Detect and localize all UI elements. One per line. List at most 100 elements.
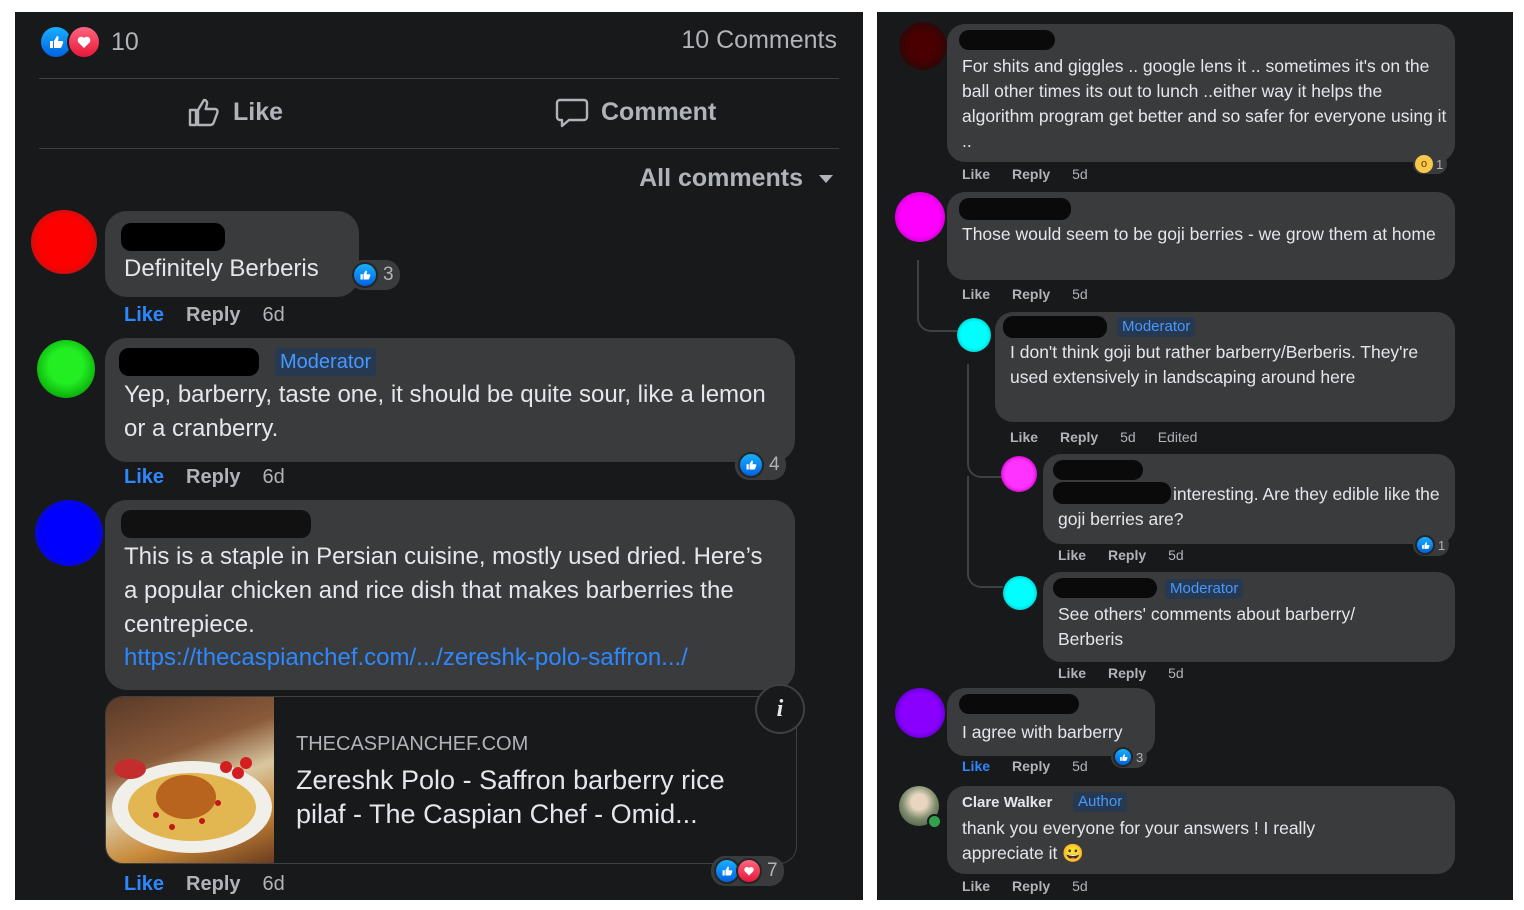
redacted-author-name bbox=[1003, 316, 1107, 338]
comment-bubble: For shits and giggles .. google lens it … bbox=[947, 24, 1455, 162]
edited-label[interactable]: Edited bbox=[1158, 429, 1198, 445]
avatar[interactable] bbox=[35, 500, 103, 566]
comment-actions: Like Reply 6d bbox=[124, 304, 307, 327]
avatar[interactable] bbox=[1001, 456, 1037, 492]
sort-label: All comments bbox=[639, 164, 803, 192]
avatar[interactable] bbox=[899, 22, 947, 70]
timestamp[interactable]: 5d bbox=[1072, 878, 1088, 894]
reaction-count-badge[interactable]: 7 bbox=[711, 856, 784, 886]
timestamp[interactable]: 5d bbox=[1168, 665, 1184, 681]
comment-actions: Like Reply 5d bbox=[1058, 665, 1206, 681]
redacted-author-name bbox=[959, 694, 1079, 714]
avatar[interactable] bbox=[895, 192, 945, 242]
reply-link[interactable]: Reply bbox=[1108, 547, 1146, 563]
info-icon[interactable]: i bbox=[755, 684, 805, 734]
like-link[interactable]: Like bbox=[962, 166, 990, 182]
redacted-author-name bbox=[121, 223, 225, 251]
preview-title: Zereshk Polo - Saffron barberry rice pil… bbox=[296, 765, 725, 829]
like-link[interactable]: Like bbox=[124, 873, 164, 895]
reply-link[interactable]: Reply bbox=[1012, 878, 1050, 894]
reply-link[interactable]: Reply bbox=[186, 466, 240, 488]
preview-thumbnail bbox=[106, 697, 274, 863]
like-link[interactable]: Like bbox=[1058, 665, 1086, 681]
avatar[interactable] bbox=[957, 318, 991, 352]
comment-text: thank you everyone for your answers ! I … bbox=[962, 818, 1316, 863]
like-reaction-icon bbox=[738, 452, 764, 478]
speech-bubble-icon bbox=[555, 98, 589, 128]
reaction-count-badge[interactable]: o 1 bbox=[1413, 154, 1448, 174]
timestamp[interactable]: 6d bbox=[263, 873, 285, 895]
info-icon-glyph: i bbox=[776, 695, 784, 722]
moderator-badge: Moderator bbox=[1165, 579, 1244, 599]
reaction-count-badge[interactable]: 1 bbox=[1413, 534, 1450, 556]
timestamp[interactable]: 6d bbox=[263, 466, 285, 488]
dropdown-caret-icon bbox=[819, 174, 833, 183]
reaction-count: 1 bbox=[1438, 537, 1446, 553]
reaction-count: 4 bbox=[769, 454, 780, 475]
like-link[interactable]: Like bbox=[124, 466, 164, 488]
reply-link[interactable]: Reply bbox=[1060, 429, 1098, 445]
comment-text: I don't think goji but rather barberry/B… bbox=[1010, 342, 1419, 387]
comment-actions: Like Reply 6d bbox=[124, 466, 307, 489]
comment-text: Definitely Berberis bbox=[124, 255, 319, 282]
reply-link[interactable]: Reply bbox=[1108, 665, 1146, 681]
comment-actions: Like Reply 6d bbox=[124, 873, 307, 896]
comment-actions: Like Reply 5d bbox=[962, 758, 1110, 774]
reaction-summary[interactable]: 10 bbox=[39, 25, 139, 59]
comment-text: interesting. Are they edible like the go… bbox=[1058, 484, 1440, 529]
redacted-author-name bbox=[959, 198, 1071, 220]
comment-text: I agree with barberry bbox=[962, 722, 1123, 742]
timestamp[interactable]: 5d bbox=[1072, 286, 1088, 302]
timestamp[interactable]: 5d bbox=[1120, 429, 1136, 445]
avatar[interactable] bbox=[31, 210, 97, 274]
like-link[interactable]: Like bbox=[962, 286, 990, 302]
avatar[interactable] bbox=[1003, 576, 1037, 610]
like-link[interactable]: Like bbox=[1058, 547, 1086, 563]
like-action-button[interactable]: Like bbox=[187, 96, 283, 128]
wow-reaction-icon: o bbox=[1415, 155, 1433, 173]
reply-link[interactable]: Reply bbox=[1012, 758, 1050, 774]
reply-link[interactable]: Reply bbox=[1012, 166, 1050, 182]
comment-text: Yep, barberry, taste one, it should be q… bbox=[124, 381, 766, 442]
reaction-count-badge[interactable]: 3 bbox=[1111, 746, 1148, 768]
left-screenshot-panel: 10 10 Comments Like Comment All comments… bbox=[15, 12, 863, 900]
love-reaction-icon bbox=[67, 25, 101, 59]
reply-link[interactable]: Reply bbox=[1012, 286, 1050, 302]
comment-link[interactable]: https://thecaspianchef.com/.../zereshk-p… bbox=[124, 644, 688, 672]
reaction-count: 1 bbox=[1436, 156, 1444, 172]
reaction-count: 10 bbox=[111, 27, 139, 56]
comments-count[interactable]: 10 Comments bbox=[681, 26, 837, 55]
divider bbox=[39, 148, 839, 149]
comment-sort-dropdown[interactable]: All comments bbox=[639, 164, 835, 193]
reply-link[interactable]: Reply bbox=[186, 873, 240, 895]
link-preview-card[interactable]: THECASPIANCHEF.COM Zereshk Polo - Saffro… bbox=[105, 696, 797, 864]
comment-actions: Like Reply 5d bbox=[962, 878, 1110, 894]
reaction-count-badge[interactable]: 4 bbox=[735, 450, 786, 480]
redacted-author-name bbox=[119, 348, 259, 376]
like-link[interactable]: Like bbox=[124, 304, 164, 326]
avatar[interactable] bbox=[37, 340, 95, 398]
avatar[interactable] bbox=[895, 688, 945, 738]
author-badge: Author bbox=[1073, 792, 1128, 812]
divider bbox=[39, 78, 839, 79]
like-link[interactable]: Like bbox=[962, 878, 990, 894]
timestamp[interactable]: 5d bbox=[1168, 547, 1184, 563]
timestamp[interactable]: 5d bbox=[1072, 758, 1088, 774]
reaction-count-badge[interactable]: 3 bbox=[349, 260, 400, 290]
comment-actions: Like Reply 5d bbox=[1058, 547, 1206, 563]
timestamp[interactable]: 6d bbox=[263, 304, 285, 326]
comment-action-button[interactable]: Comment bbox=[555, 96, 716, 128]
author-name[interactable]: Clare Walker bbox=[962, 794, 1052, 811]
reply-link[interactable]: Reply bbox=[186, 304, 240, 326]
redacted-author-name bbox=[959, 30, 1055, 50]
comment-bubble: Moderator I don't think goji but rather … bbox=[995, 312, 1455, 422]
online-status-dot bbox=[927, 814, 942, 829]
timestamp[interactable]: 5d bbox=[1072, 166, 1088, 182]
reaction-count: 7 bbox=[767, 860, 778, 881]
like-action-label: Like bbox=[233, 97, 284, 126]
like-link[interactable]: Like bbox=[962, 758, 990, 774]
comment-bubble: Definitely Berberis bbox=[105, 211, 359, 297]
comment-text: Those would seem to be goji berries - we… bbox=[962, 224, 1436, 244]
like-link[interactable]: Like bbox=[1010, 429, 1038, 445]
like-reaction-icon bbox=[352, 262, 378, 288]
